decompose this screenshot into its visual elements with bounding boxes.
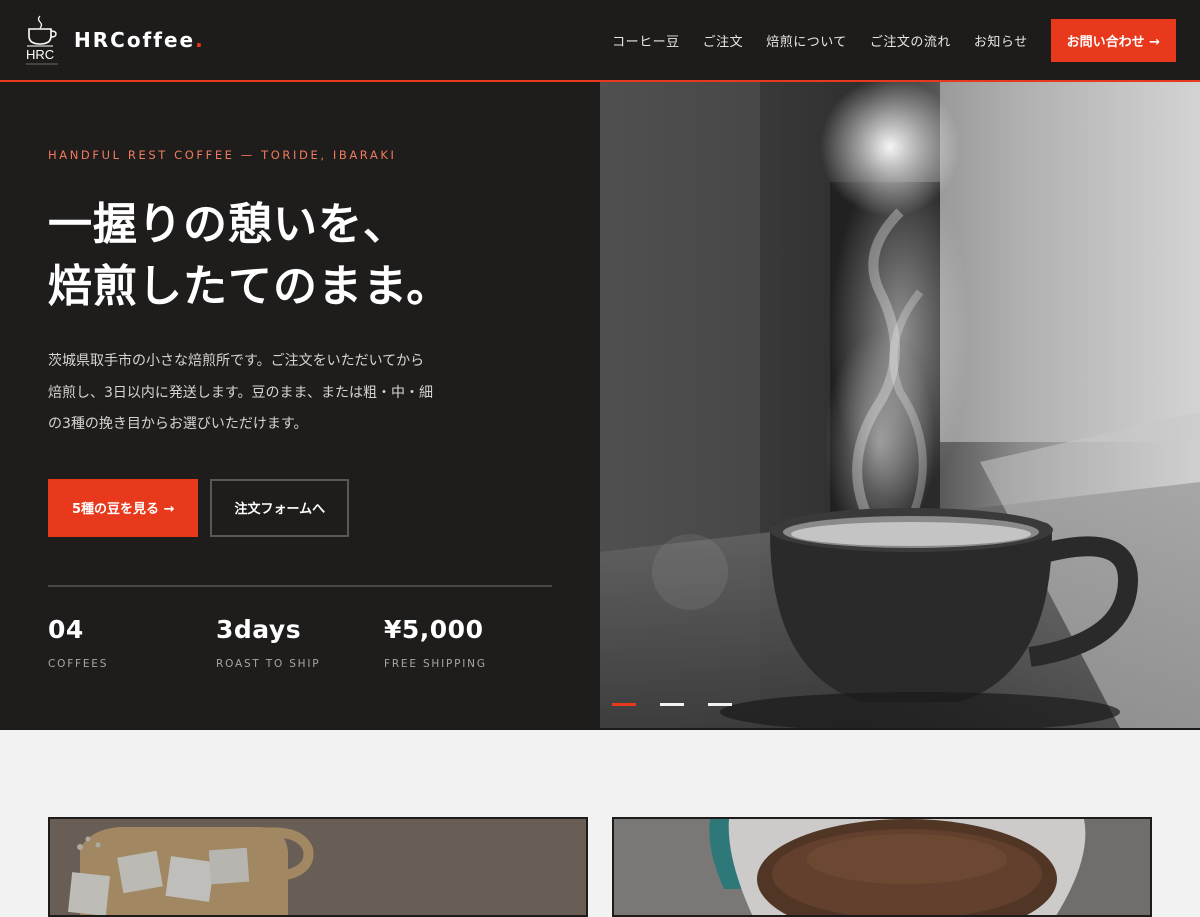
stat-label: FREE SHIPPING bbox=[384, 657, 487, 670]
lead-line-1: 茨城県取手市の小さな焙煎所です。ご注文をいただいてから bbox=[48, 353, 425, 369]
coffee-cup-icon[interactable]: HRC bbox=[24, 13, 60, 67]
slider-dot-2[interactable] bbox=[660, 703, 684, 706]
brand-name-text: HRCoffee bbox=[74, 28, 196, 52]
stat-label: ROAST TO SHIP bbox=[216, 657, 321, 670]
nav-item-order-flow[interactable]: ご注文の流れ bbox=[870, 31, 951, 50]
stat-free-shipping: ¥5,000 FREE SHIPPING bbox=[384, 615, 552, 670]
stat-coffees: 04 COFFEES bbox=[48, 615, 216, 670]
feature-card-ground-coffee[interactable] bbox=[612, 817, 1152, 917]
steaming-coffee-cup-photo bbox=[600, 82, 1200, 728]
stat-roast-to-ship: 3days ROAST TO SHIP bbox=[216, 615, 384, 670]
brand-dot: . bbox=[195, 28, 205, 52]
lead-line-3: の3種の挽き目からお選びいただけます。 bbox=[48, 416, 308, 432]
stat-label: COFFEES bbox=[48, 657, 109, 670]
hero-lead: 茨城県取手市の小さな焙煎所です。ご注文をいただいてから 焙煎し、3日以内に発送し… bbox=[48, 346, 468, 441]
slider-dot-1[interactable] bbox=[612, 703, 636, 706]
stats-divider bbox=[48, 584, 552, 587]
logo-text: HRC bbox=[26, 47, 55, 62]
hero-image bbox=[600, 82, 1200, 728]
order-form-button[interactable]: 注文フォームへ bbox=[210, 478, 350, 537]
hero-headline: 一握りの憩いを、 焙煎したてのまま。 bbox=[48, 194, 552, 318]
slider-dot-3[interactable] bbox=[708, 703, 732, 706]
hero-eyebrow: HANDFUL REST COFFEE — TORIDE, IBARAKI bbox=[48, 148, 397, 162]
stat-value: 04 bbox=[48, 614, 84, 644]
hero-text-panel: HANDFUL REST COFFEE — TORIDE, IBARAKI 一握… bbox=[0, 82, 600, 728]
hero-bottom-border bbox=[0, 728, 1200, 730]
sugar-cubes-photo bbox=[50, 819, 586, 915]
view-beans-button[interactable]: 5種の豆を見る → bbox=[48, 478, 199, 537]
headline-line-2: 焙煎したてのまま。 bbox=[48, 261, 452, 312]
nav-item-order[interactable]: ご注文 bbox=[703, 31, 744, 50]
hero-buttons: 5種の豆を見る → 注文フォームへ bbox=[48, 478, 552, 537]
ground-coffee-photo bbox=[614, 819, 1150, 915]
stat-value: 3days bbox=[216, 614, 302, 644]
lead-line-2: 焙煎し、3日以内に発送します。豆のまま、または粗・中・細 bbox=[48, 384, 433, 401]
stat-value: ¥5,000 bbox=[384, 614, 484, 644]
brand[interactable]: HRC HRCoffee. bbox=[24, 13, 205, 67]
main-nav: コーヒー豆 ご注文 焙煎について ご注文の流れ お知らせ お問い合わせ → bbox=[612, 18, 1176, 62]
headline-line-1: 一握りの憩いを、 bbox=[48, 199, 408, 250]
hero-stats: 04 COFFEES 3days ROAST TO SHIP ¥5,000 FR… bbox=[48, 615, 552, 670]
nav-item-coffee-beans[interactable]: コーヒー豆 bbox=[612, 31, 680, 50]
nav-item-news[interactable]: お知らせ bbox=[974, 31, 1028, 50]
nav-item-roasting[interactable]: 焙煎について bbox=[766, 31, 847, 50]
feature-card-sugar[interactable] bbox=[48, 817, 588, 917]
hero-slider-dots bbox=[612, 703, 732, 706]
contact-button[interactable]: お問い合わせ → bbox=[1050, 18, 1176, 62]
brand-name[interactable]: HRCoffee. bbox=[74, 28, 205, 52]
site-header: HRC HRCoffee. コーヒー豆 ご注文 焙煎について ご注文の流れ お知… bbox=[0, 0, 1200, 82]
